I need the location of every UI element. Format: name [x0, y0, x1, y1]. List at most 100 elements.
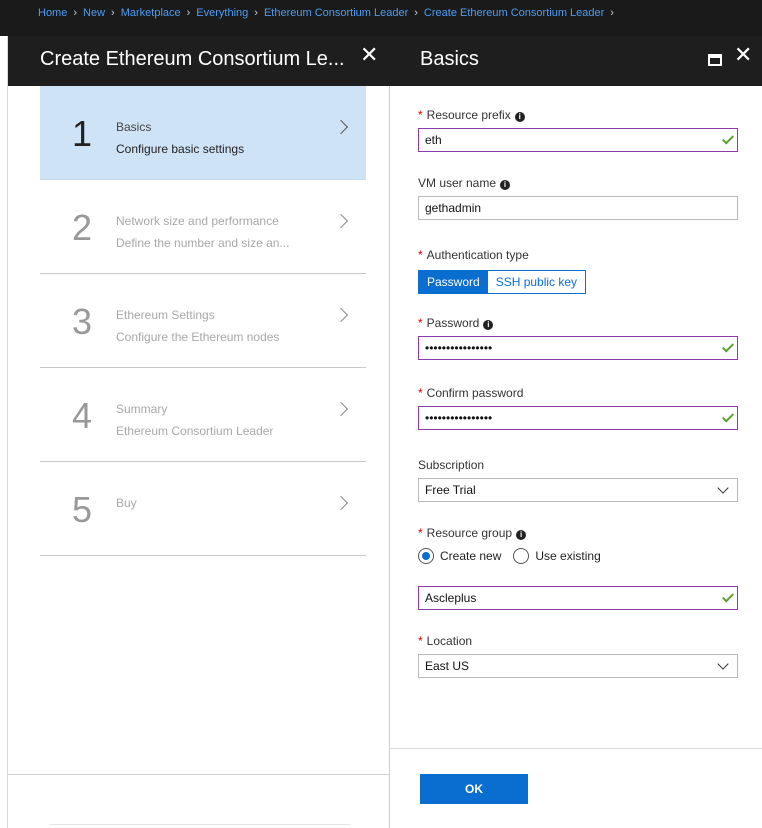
- resource-group-input[interactable]: Ascleplus: [418, 586, 738, 610]
- required-marker: *: [418, 526, 423, 540]
- step-number: 1: [72, 113, 93, 154]
- resource-group-options: Create new Use existing: [418, 548, 613, 564]
- label-text: Subscription: [418, 458, 485, 472]
- left-panel-title: Create Ethereum Consortium Le...: [40, 48, 345, 70]
- right-panel-title: Basics: [420, 48, 479, 70]
- info-icon[interactable]: i: [500, 180, 511, 190]
- chevron-right-icon: [333, 213, 349, 229]
- use-existing-radio[interactable]: [513, 548, 530, 564]
- resource-group-label: * Resource group i: [418, 526, 527, 540]
- vm-user-name-label: VM user name i: [418, 176, 511, 190]
- chevron-right-icon: [333, 307, 349, 323]
- step-subtitle: Configure the Ethereum nodes: [116, 330, 280, 344]
- step-subtitle: Ethereum Consortium Leader: [116, 424, 274, 438]
- authentication-type-label: * Authentication type: [418, 248, 529, 262]
- info-icon[interactable]: i: [483, 320, 494, 330]
- resource-prefix-label: * Resource prefix i: [418, 108, 525, 122]
- select-value: Free Trial: [425, 483, 476, 497]
- label-text: Confirm password: [426, 386, 524, 400]
- step-buy[interactable]: 5 Buy: [40, 462, 366, 556]
- checkmark-icon: [721, 340, 735, 353]
- ssh-public-key-option[interactable]: SSH public key: [487, 271, 586, 293]
- breadcrumb-new[interactable]: New: [83, 7, 105, 19]
- wizard-steps: 1 Basics Configure basic settings 2 Netw…: [40, 86, 366, 556]
- step-ethereum-settings[interactable]: 3 Ethereum Settings Configure the Ethere…: [40, 274, 366, 368]
- step-title: Network size and performance: [116, 214, 279, 228]
- input-value: Ascleplus: [425, 591, 477, 605]
- ok-button[interactable]: OK: [420, 774, 528, 804]
- breadcrumb-separator: ›: [254, 7, 258, 19]
- label-text: Resource prefix: [426, 108, 511, 122]
- breadcrumb-ethereum-consortium-leader[interactable]: Ethereum Consortium Leader: [264, 7, 408, 19]
- step-number: 2: [72, 207, 93, 248]
- create-new-label: Create new: [440, 549, 502, 563]
- left-edge: [0, 36, 8, 828]
- label-text: Authentication type: [426, 248, 529, 262]
- breadcrumb-marketplace[interactable]: Marketplace: [121, 7, 181, 19]
- password-option[interactable]: Password: [419, 271, 488, 293]
- select-value: East US: [425, 659, 470, 673]
- resource-prefix-input[interactable]: eth: [418, 128, 738, 152]
- step-title: Buy: [116, 496, 137, 510]
- close-icon[interactable]: ✕: [360, 44, 378, 66]
- input-value: ••••••••••••••••: [425, 341, 493, 355]
- step-number: 5: [72, 489, 93, 530]
- breadcrumb-everything[interactable]: Everything: [196, 7, 248, 19]
- required-marker: *: [418, 634, 423, 648]
- breadcrumb-home[interactable]: Home: [38, 7, 67, 19]
- breadcrumb: Home › New › Marketplace › Everything › Ethereum…: [38, 7, 620, 19]
- input-value: ••••••••••••••••: [425, 411, 493, 425]
- breadcrumb-separator: ›: [73, 7, 78, 19]
- chevron-down-icon: [717, 658, 729, 670]
- right-panel-header: Basics ✕: [390, 36, 762, 86]
- subscription-select[interactable]: Free Trial: [418, 478, 738, 502]
- input-value: eth: [425, 133, 442, 147]
- maximize-icon[interactable]: [708, 54, 722, 66]
- required-marker: *: [418, 248, 423, 262]
- left-panel-header: Create Ethereum Consortium Le... ✕: [8, 36, 390, 86]
- step-title: Basics: [116, 120, 152, 134]
- step-subtitle: Configure basic settings: [116, 142, 245, 156]
- chevron-right-icon: [333, 119, 349, 135]
- authentication-type-toggle: Password SSH public key: [418, 270, 587, 294]
- required-marker: *: [418, 316, 423, 330]
- required-marker: *: [418, 386, 423, 400]
- confirm-password-input[interactable]: ••••••••••••••••: [418, 406, 738, 430]
- step-title: Ethereum Settings: [116, 308, 215, 322]
- step-title: Summary: [116, 402, 168, 416]
- step-summary[interactable]: 4 Summary Ethereum Consortium Leader: [40, 368, 366, 462]
- input-value: gethadmin: [425, 201, 482, 215]
- info-icon[interactable]: i: [514, 112, 525, 122]
- basics-panel: Basics ✕ * Resource prefix i eth VM user n…: [390, 36, 762, 828]
- chevron-right-icon: [333, 495, 349, 511]
- step-number: 3: [72, 301, 93, 342]
- breadcrumb-create-ethereum-consortium-leader[interactable]: Create Ethereum Consortium Leader: [424, 7, 604, 19]
- step-network-size[interactable]: 2 Network size and performance Define th…: [40, 180, 366, 274]
- label-text: Location: [426, 634, 473, 648]
- location-label: * Location: [418, 634, 472, 648]
- breadcrumb-separator: ›: [414, 7, 418, 19]
- close-icon[interactable]: ✕: [734, 44, 752, 66]
- password-label: * Password i: [418, 316, 494, 330]
- label-text: Password: [426, 316, 480, 330]
- breadcrumb-separator: ›: [610, 7, 614, 19]
- checkmark-icon: [721, 590, 735, 603]
- wizard-steps-panel: Create Ethereum Consortium Le... ✕ 1 Bas…: [8, 36, 390, 828]
- top-bar: Home › New › Marketplace › Everything › Ethereum…: [0, 0, 762, 36]
- chevron-down-icon: [717, 482, 729, 494]
- confirm-password-label: * Confirm password: [418, 386, 523, 400]
- step-subtitle: Define the number and size an...: [116, 236, 290, 250]
- location-select[interactable]: East US: [418, 654, 738, 678]
- chevron-right-icon: [333, 401, 349, 417]
- checkmark-icon: [721, 132, 735, 145]
- password-input[interactable]: ••••••••••••••••: [418, 336, 738, 360]
- vm-user-name-input[interactable]: gethadmin: [418, 196, 738, 220]
- label-text: Resource group: [426, 526, 513, 540]
- use-existing-label: Use existing: [535, 549, 601, 563]
- divider: [50, 824, 350, 825]
- create-new-radio[interactable]: [418, 548, 434, 564]
- info-icon[interactable]: i: [516, 530, 527, 540]
- checkmark-icon: [721, 410, 735, 423]
- subscription-label: Subscription: [418, 458, 484, 472]
- step-basics[interactable]: 1 Basics Configure basic settings: [40, 86, 366, 180]
